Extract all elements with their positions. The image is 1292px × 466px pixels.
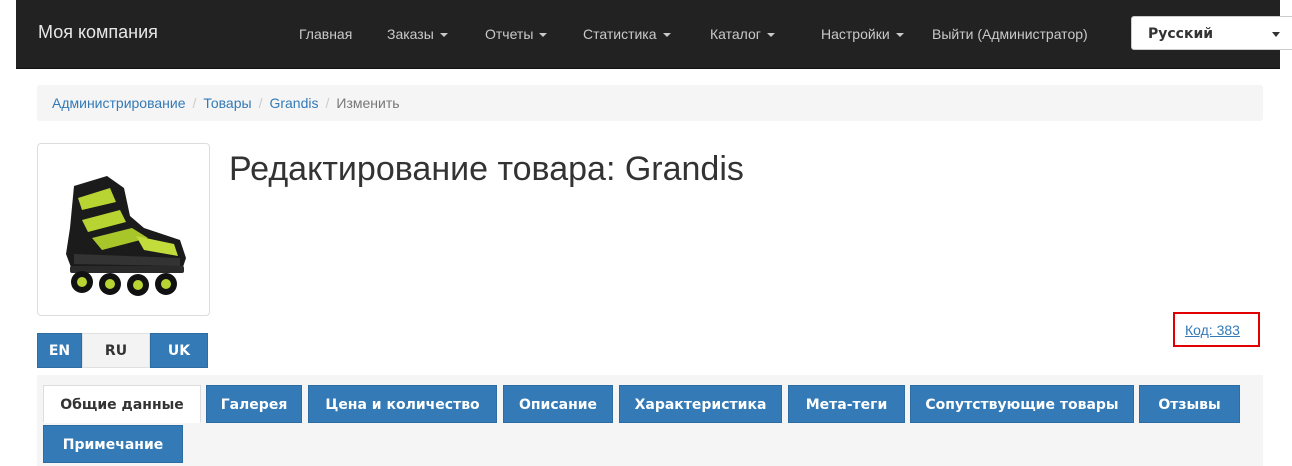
breadcrumb-separator: /: [192, 95, 197, 111]
nav-statistics[interactable]: Статистика: [583, 26, 671, 42]
lang-button-en[interactable]: EN: [37, 333, 82, 368]
language-select-value: Русский: [1148, 26, 1214, 42]
chevron-down-icon: [766, 33, 775, 38]
product-code-highlight: Код: 383: [1173, 312, 1260, 347]
tab-notes[interactable]: Примечание: [43, 425, 183, 463]
page-title: Редактирование товара: Grandis: [229, 150, 744, 188]
lang-button-uk[interactable]: UK: [150, 333, 208, 368]
tab-general[interactable]: Общие данные: [43, 385, 201, 423]
nav-orders[interactable]: Заказы: [387, 26, 448, 42]
breadcrumb: Администрирование / Товары / Grandis / Изменит…: [37, 85, 1263, 121]
chevron-down-icon: [1272, 32, 1280, 37]
breadcrumb-products[interactable]: Товары: [203, 95, 251, 111]
tab-price[interactable]: Цена и количество: [308, 385, 497, 423]
product-code-link[interactable]: Код: 383: [1185, 322, 1240, 338]
breadcrumb-admin[interactable]: Администрирование: [52, 95, 186, 111]
chevron-down-icon: [539, 33, 548, 38]
inline-skate-image: [66, 176, 186, 296]
tab-meta-tags[interactable]: Мета-теги: [788, 385, 905, 423]
tab-related-products[interactable]: Сопутствующие товары: [910, 385, 1134, 423]
brand-link[interactable]: Моя компания: [38, 22, 158, 43]
lang-button-ru[interactable]: RU: [82, 333, 150, 368]
tab-gallery[interactable]: Галерея: [206, 385, 302, 423]
tab-reviews[interactable]: Отзывы: [1139, 385, 1240, 423]
product-thumbnail: [37, 143, 210, 316]
nav-home[interactable]: Главная: [299, 26, 352, 42]
language-select[interactable]: Русский: [1131, 16, 1292, 50]
chevron-down-icon: [895, 33, 904, 38]
chevron-down-icon: [439, 33, 448, 38]
nav-reports[interactable]: Отчеты: [485, 26, 548, 42]
breadcrumb-current: Изменить: [336, 95, 400, 111]
nav-settings[interactable]: Настройки: [821, 26, 904, 42]
breadcrumb-separator: /: [325, 95, 330, 111]
breadcrumb-product[interactable]: Grandis: [269, 95, 318, 111]
top-navbar: Моя компания Главная Заказы Отчеты Стати…: [16, 0, 1292, 69]
tab-description[interactable]: Описание: [503, 385, 613, 423]
chevron-down-icon: [662, 33, 671, 38]
nav-logout[interactable]: Выйти (Администратор): [932, 26, 1088, 42]
breadcrumb-separator: /: [258, 95, 263, 111]
nav-catalog[interactable]: Каталог: [710, 26, 775, 42]
tab-characteristics[interactable]: Характеристика: [619, 385, 782, 423]
